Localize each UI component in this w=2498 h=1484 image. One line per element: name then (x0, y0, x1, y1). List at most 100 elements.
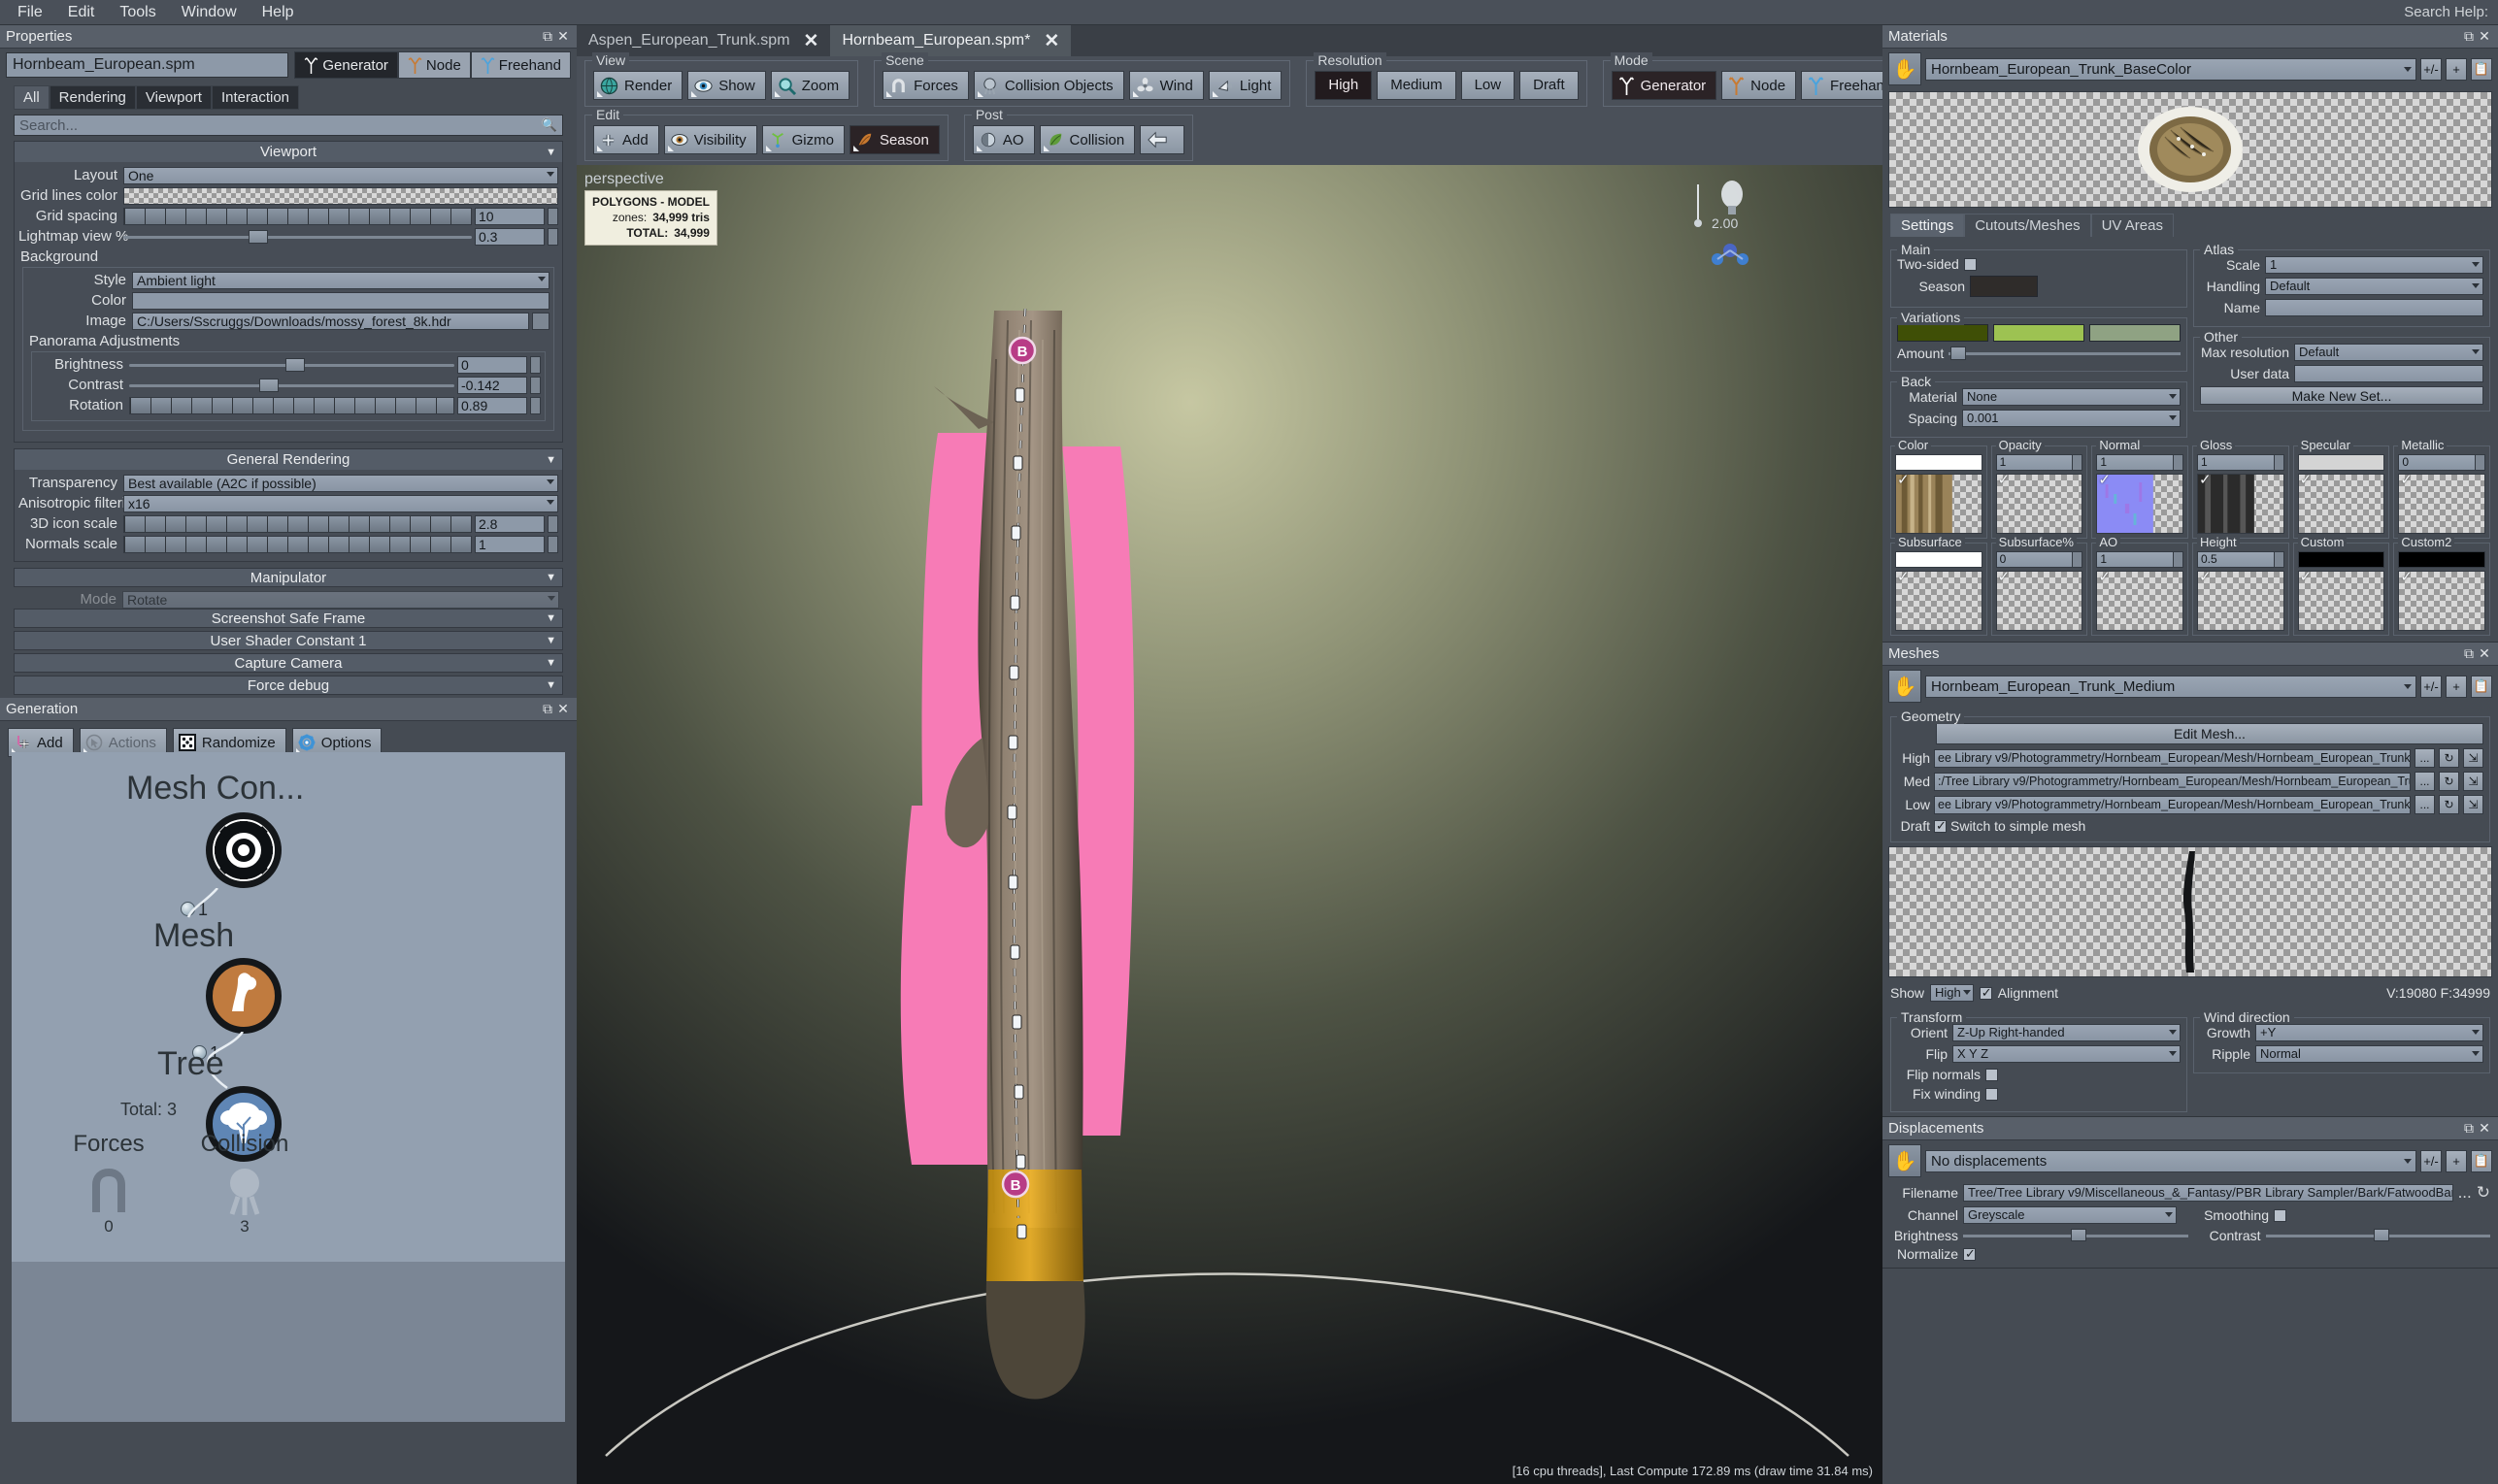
check-icon[interactable]: ✓ (1897, 572, 1910, 585)
brightness-slider[interactable] (129, 356, 454, 374)
max-resolution-select[interactable]: Default (2294, 344, 2483, 361)
disp-contrast-slider[interactable] (2265, 1228, 2490, 1243)
variation-swatch-2[interactable] (2089, 324, 2181, 342)
edit-add-button[interactable]: Add (593, 125, 659, 154)
channel-gloss-value[interactable]: 1 (2196, 454, 2284, 471)
lod-low-import-icon[interactable]: ⇲ (2463, 795, 2483, 814)
filter-tab-interaction[interactable]: Interaction (211, 85, 300, 110)
channel-height-thumb[interactable]: ✓ (2196, 571, 2284, 631)
channel-normal-thumb[interactable]: ✓ (2096, 474, 2183, 534)
channel-subsurface-thumb[interactable]: ✓ (1895, 571, 1982, 631)
two-sided-checkbox[interactable] (1963, 257, 1977, 271)
back-spacing-field[interactable]: 0.001 (1962, 410, 2181, 427)
collapsed-user-shader-constant[interactable]: User Shader Constant 1 ▼ (14, 631, 563, 650)
material-paste-button[interactable]: 📋 (2471, 57, 2492, 81)
disp-browse-button[interactable]: ... (2458, 1183, 2472, 1203)
resolution-draft-button[interactable]: Draft (1519, 71, 1579, 100)
check-icon[interactable]: ✓ (2300, 572, 2313, 585)
menu-tools[interactable]: Tools (108, 1, 167, 24)
lod-low-reload-icon[interactable]: ↻ (2439, 795, 2459, 814)
resolution-medium-button[interactable]: Medium (1377, 71, 1456, 100)
variation-swatch-0[interactable] (1897, 324, 1988, 342)
lod-med-reload-icon[interactable]: ↻ (2439, 772, 2459, 791)
disp-filename-field[interactable]: Tree/Tree Library v9/Miscellaneous_&_Fan… (1963, 1184, 2453, 1202)
bg-image-path[interactable]: C:/Users/Sscruggs/Downloads/mossy_forest… (132, 312, 529, 330)
float-icon[interactable]: ⧉ (540, 28, 555, 45)
check-icon[interactable]: ✓ (2098, 475, 2111, 488)
disp-reload-icon[interactable]: ↻ (2477, 1183, 2490, 1203)
menu-file[interactable]: File (6, 1, 54, 24)
channel-specular-thumb[interactable]: ✓ (2297, 474, 2385, 534)
light-button[interactable]: Light (1208, 71, 1282, 100)
lod-high-import-icon[interactable]: ⇲ (2463, 748, 2483, 768)
3d-viewport[interactable]: B B 2.00 perspective POLYGONS - MODEL zo… (577, 165, 1882, 1484)
ao-button[interactable]: AO (972, 125, 1035, 154)
check-icon[interactable]: ✓ (1998, 475, 2011, 488)
channel-custom2-swatch[interactable] (2398, 551, 2485, 568)
lightmap-value[interactable]: 0.3 (475, 227, 545, 246)
lightmap-stepper[interactable] (548, 227, 558, 246)
hand-icon[interactable]: ✋ (1888, 670, 1921, 703)
generation-node-canvas[interactable]: Mesh Con... 1 Mesh 1 Tree Total: 3 Force… (12, 752, 565, 1422)
close-icon[interactable]: ✕ (1044, 30, 1059, 52)
grid-spacing-value[interactable]: 10 (475, 207, 545, 225)
check-icon[interactable]: ✓ (1998, 572, 2011, 585)
draft-checkbox[interactable] (1934, 818, 1947, 834)
search-help-label[interactable]: Search Help: (2404, 4, 2488, 20)
mode-node-toolbar-button[interactable]: Node (1721, 71, 1797, 100)
close-icon[interactable]: ✕ (555, 28, 571, 45)
collapsed-manipulator[interactable]: Manipulator ▼ (14, 568, 563, 587)
edit-mesh-button[interactable]: Edit Mesh... (1936, 723, 2483, 744)
displacement-new-button[interactable]: + (2446, 1149, 2467, 1172)
atlas-handling-select[interactable]: Default (2265, 278, 2483, 295)
show-button[interactable]: Show (687, 71, 766, 100)
contrast-stepper[interactable] (530, 376, 541, 394)
channel-metallic-value[interactable]: 0 (2398, 454, 2485, 471)
channel-opacity-value[interactable]: 1 (1995, 454, 2083, 471)
brightness-stepper[interactable] (530, 355, 541, 374)
float-icon[interactable]: ⧉ (540, 701, 555, 717)
layout-select[interactable]: One (123, 166, 558, 184)
collapsed-force-debug[interactable]: Force debug ▼ (14, 676, 563, 695)
displacement-addremove-button[interactable]: +/- (2420, 1149, 2442, 1172)
filter-tab-viewport[interactable]: Viewport (135, 85, 212, 110)
check-icon[interactable]: ✓ (2199, 572, 2212, 585)
search-icon[interactable]: 🔍 (542, 117, 557, 133)
channel-custom2-thumb[interactable]: ✓ (2398, 571, 2485, 631)
chevron-down-icon[interactable]: ▼ (546, 147, 556, 158)
bg-image-browse-button[interactable] (532, 312, 550, 330)
lod-high-browse-button[interactable]: ... (2415, 748, 2435, 768)
back-button[interactable] (1140, 125, 1185, 154)
disp-brightness-slider[interactable] (1963, 1228, 2188, 1243)
slot-collision[interactable]: Collision 3 (177, 1131, 313, 1237)
grid-lines-color-swatch[interactable] (123, 186, 558, 205)
lod-med-import-icon[interactable]: ⇲ (2463, 772, 2483, 791)
lod-med-path[interactable]: :/Tree Library v9/Photogrammetry/Hornbea… (1934, 772, 2411, 791)
gizmo-button[interactable]: Gizmo (761, 125, 845, 154)
rotation-slider[interactable] (129, 396, 454, 414)
close-icon[interactable]: ✕ (804, 30, 819, 52)
check-icon[interactable]: ✓ (2400, 572, 2413, 585)
channel-color-thumb[interactable]: ✓ (1895, 474, 1982, 534)
collapsed-screenshot-safe-frame[interactable]: Screenshot Safe Frame ▼ (14, 609, 563, 628)
check-icon[interactable]: ✓ (2300, 475, 2313, 488)
bg-color-swatch[interactable] (132, 291, 550, 310)
bg-style-select[interactable]: Ambient light (132, 271, 550, 289)
check-icon[interactable]: ✓ (2098, 572, 2111, 585)
normals-scale-value[interactable]: 1 (475, 535, 545, 553)
icon-scale-slider[interactable] (123, 514, 472, 533)
grid-spacing-slider[interactable] (123, 207, 472, 225)
flip-select[interactable]: X Y Z (1952, 1045, 2181, 1063)
make-new-set-button[interactable]: Make New Set... (2200, 386, 2483, 405)
channel-metallic-thumb[interactable]: ✓ (2398, 474, 2485, 534)
lod-high-reload-icon[interactable]: ↻ (2439, 748, 2459, 768)
orient-select[interactable]: Z-Up Right-handed (1952, 1024, 2181, 1041)
variation-swatch-1[interactable] (1993, 324, 2084, 342)
displacement-select[interactable]: No displacements (1925, 1149, 2416, 1172)
channel-normal-value[interactable]: 1 (2096, 454, 2183, 471)
tab-uv-areas[interactable]: UV Areas (2090, 214, 2174, 237)
check-icon[interactable]: ✓ (1897, 475, 1910, 488)
channel-height-value[interactable]: 0.5 (2196, 551, 2284, 568)
mode-freehand-button[interactable]: Freehand (470, 51, 571, 79)
collision-objects-button[interactable]: Collision Objects (973, 71, 1124, 100)
